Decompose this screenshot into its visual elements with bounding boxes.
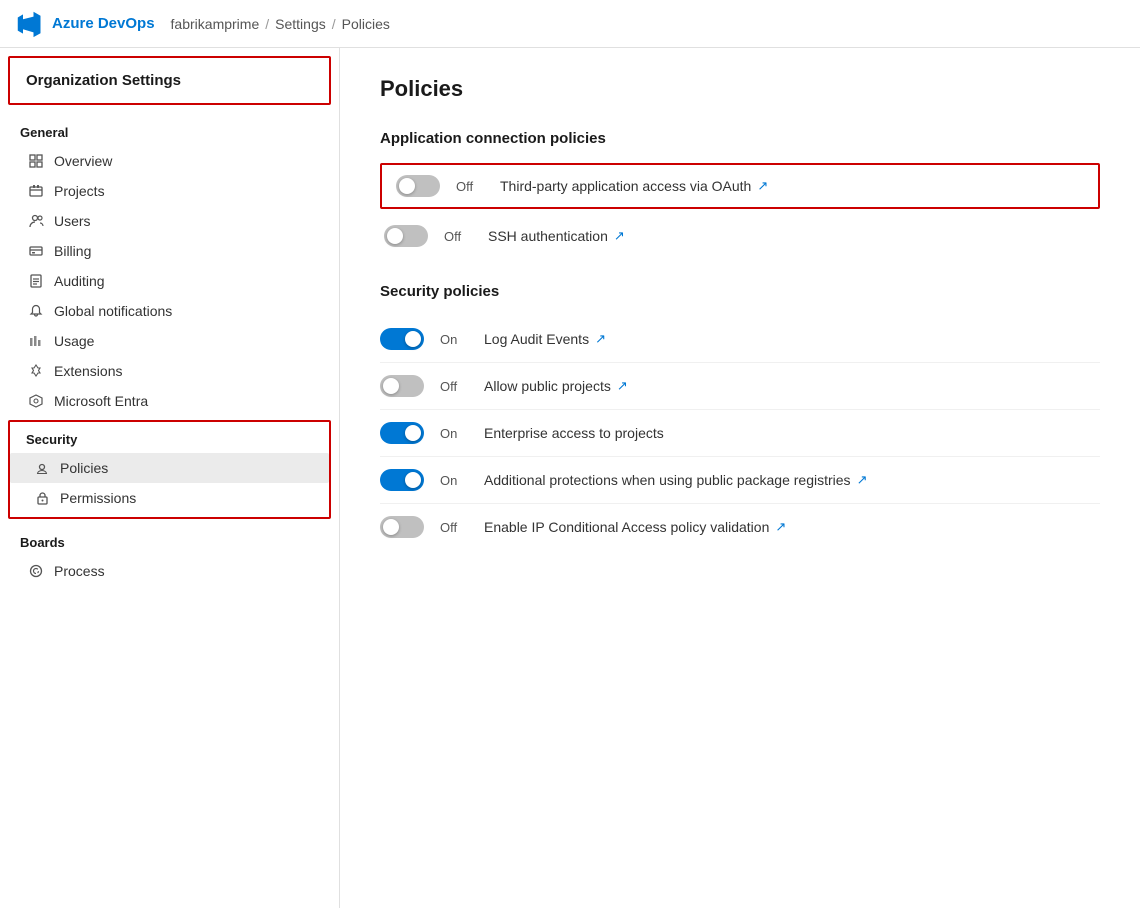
logo[interactable]: Azure DevOps: [16, 10, 155, 38]
toggle-status-log-audit: On: [440, 332, 468, 347]
policy-label-ip-conditional: Enable IP Conditional Access policy vali…: [484, 519, 786, 535]
toggle-ip-conditional[interactable]: [380, 516, 424, 538]
policy-label-ssh: SSH authentication ↗: [488, 228, 625, 244]
sidebar-item-global-notifications[interactable]: Global notifications: [0, 296, 339, 326]
sidebar-item-label: Auditing: [54, 273, 105, 289]
policy-link-log-audit[interactable]: ↗: [595, 331, 606, 347]
boards-section-label: Boards: [0, 523, 339, 556]
toggle-status-ssh: Off: [444, 229, 472, 244]
toggle-log-audit[interactable]: [380, 328, 424, 350]
sidebar-item-microsoft-entra[interactable]: Microsoft Entra: [0, 386, 339, 416]
page-title: Policies: [380, 76, 1100, 102]
sidebar-item-label: Permissions: [60, 490, 136, 506]
policy-label-log-audit: Log Audit Events ↗: [484, 331, 606, 347]
policy-row-ssh: Off SSH authentication ↗: [380, 213, 1100, 259]
billing-icon: [28, 243, 44, 259]
breadcrumb-sep2: /: [332, 16, 336, 32]
users-icon: [28, 213, 44, 229]
projects-icon: [28, 183, 44, 199]
security-policies-section: Security policies On Log Audit Events ↗: [380, 283, 1100, 550]
process-icon: [28, 563, 44, 579]
toggle-status-ip-conditional: Off: [440, 520, 468, 535]
breadcrumb-settings[interactable]: Settings: [275, 16, 326, 32]
toggle-status-oauth: Off: [456, 179, 484, 194]
extensions-icon: [28, 363, 44, 379]
grid-icon: [28, 153, 44, 169]
sidebar-item-label: Projects: [54, 183, 105, 199]
entra-icon: [28, 393, 44, 409]
policy-row-public-projects: Off Allow public projects ↗: [380, 363, 1100, 410]
toggle-status-enterprise-access: On: [440, 426, 468, 441]
policy-link-public-projects[interactable]: ↗: [617, 378, 628, 394]
policy-link-ssh[interactable]: ↗: [614, 228, 625, 244]
policy-label-enterprise-access: Enterprise access to projects: [484, 425, 664, 441]
policy-row-package-registries: On Additional protections when using pub…: [380, 457, 1100, 504]
usage-icon: [28, 333, 44, 349]
layout: Organization Settings General Overview: [0, 48, 1140, 908]
app-connection-title: Application connection policies: [380, 130, 1100, 147]
breadcrumb-sep1: /: [265, 16, 269, 32]
lock-icon: [34, 490, 50, 506]
policy-label-package-registries: Additional protections when using public…: [484, 472, 867, 488]
general-section-label: General: [0, 113, 339, 146]
policy-link-package-registries[interactable]: ↗: [857, 472, 868, 488]
sidebar-item-billing[interactable]: Billing: [0, 236, 339, 266]
sidebar-item-extensions[interactable]: Extensions: [0, 356, 339, 386]
policy-row-enterprise-access: On Enterprise access to projects: [380, 410, 1100, 457]
sidebar-item-permissions[interactable]: Permissions: [10, 483, 329, 513]
sidebar-item-label: Global notifications: [54, 303, 172, 319]
policy-row-log-audit: On Log Audit Events ↗: [380, 316, 1100, 363]
sidebar-item-projects[interactable]: Projects: [0, 176, 339, 206]
sidebar-item-process[interactable]: Process: [0, 556, 339, 586]
policy-link-oauth[interactable]: ↗: [757, 178, 768, 194]
topbar: Azure DevOps fabrikamprime / Settings / …: [0, 0, 1140, 48]
sidebar-item-usage[interactable]: Usage: [0, 326, 339, 356]
security-section-label: Security: [10, 422, 329, 453]
azure-devops-logo-icon: [16, 10, 44, 38]
toggle-ssh[interactable]: [384, 225, 428, 247]
policies-icon: [34, 460, 50, 476]
sidebar-item-label: Billing: [54, 243, 91, 259]
auditing-icon: [28, 273, 44, 289]
sidebar-item-users[interactable]: Users: [0, 206, 339, 236]
security-policies-title: Security policies: [380, 283, 1100, 300]
breadcrumb: fabrikamprime / Settings / Policies: [171, 16, 390, 32]
breadcrumb-org[interactable]: fabrikamprime: [171, 16, 260, 32]
toggle-oauth[interactable]: [396, 175, 440, 197]
toggle-public-projects[interactable]: [380, 375, 424, 397]
sidebar: Organization Settings General Overview: [0, 48, 340, 908]
logo-text: Azure DevOps: [52, 15, 155, 32]
policy-label-oauth: Third-party application access via OAuth…: [500, 178, 768, 194]
sidebar-item-policies[interactable]: Policies: [10, 453, 329, 483]
sidebar-item-label: Process: [54, 563, 105, 579]
bell-icon: [28, 303, 44, 319]
sidebar-item-overview[interactable]: Overview: [0, 146, 339, 176]
toggle-status-package-registries: On: [440, 473, 468, 488]
sidebar-item-label: Policies: [60, 460, 108, 476]
toggle-enterprise-access[interactable]: [380, 422, 424, 444]
policy-label-public-projects: Allow public projects ↗: [484, 378, 628, 394]
org-settings-header: Organization Settings: [8, 56, 331, 105]
app-connection-section: Application connection policies Off Thir…: [380, 130, 1100, 259]
toggle-status-public-projects: Off: [440, 379, 468, 394]
sidebar-item-label: Overview: [54, 153, 112, 169]
policy-row-oauth: Off Third-party application access via O…: [380, 163, 1100, 209]
toggle-package-registries[interactable]: [380, 469, 424, 491]
sidebar-item-label: Extensions: [54, 363, 122, 379]
main-content: Policies Application connection policies…: [340, 48, 1140, 908]
policy-row-ip-conditional: Off Enable IP Conditional Access policy …: [380, 504, 1100, 550]
sidebar-item-auditing[interactable]: Auditing: [0, 266, 339, 296]
sidebar-item-label: Users: [54, 213, 91, 229]
security-section: Security Policies: [8, 420, 331, 519]
breadcrumb-current: Policies: [342, 16, 390, 32]
sidebar-item-label: Usage: [54, 333, 94, 349]
sidebar-item-label: Microsoft Entra: [54, 393, 148, 409]
policy-link-ip-conditional[interactable]: ↗: [775, 519, 786, 535]
